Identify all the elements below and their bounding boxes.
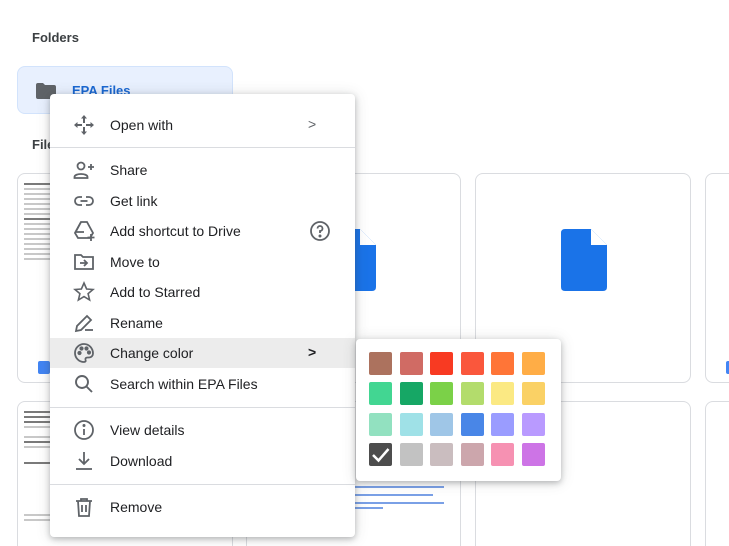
file-card-4[interactable]	[705, 173, 729, 383]
menu-item-open-with[interactable]: Open with >	[50, 110, 355, 140]
file-icon	[561, 229, 607, 291]
color-swatch[interactable]	[491, 382, 514, 406]
color-swatch[interactable]	[369, 412, 392, 436]
menu-item-label: Add shortcut to Drive	[110, 223, 241, 239]
menu-item-search-within[interactable]: Search within EPA Files	[50, 369, 355, 399]
color-swatch[interactable]	[521, 382, 545, 406]
checkmark-icon	[372, 448, 390, 463]
color-swatch[interactable]	[399, 442, 423, 466]
color-swatch[interactable]	[430, 412, 453, 436]
color-swatch[interactable]	[521, 442, 545, 466]
color-picker-panel	[356, 339, 561, 481]
color-swatch[interactable]	[430, 352, 453, 375]
menu-item-change-color[interactable]: Change color >	[50, 338, 355, 368]
file-card-8[interactable]	[705, 401, 729, 546]
color-swatch[interactable]	[430, 442, 453, 466]
folders-section-label: Folders	[32, 30, 79, 45]
color-swatch[interactable]	[491, 412, 514, 436]
menu-item-label: Change color	[110, 345, 194, 361]
menu-item-rename[interactable]: Rename	[50, 308, 355, 338]
menu-item-remove[interactable]: Remove	[50, 492, 355, 522]
menu-item-label: Share	[110, 162, 148, 178]
color-swatch[interactable]	[369, 442, 392, 466]
menu-item-label: Add to Starred	[110, 284, 201, 300]
link-icon	[72, 189, 96, 213]
help-icon[interactable]	[308, 219, 332, 243]
rename-pencil-icon	[72, 311, 96, 335]
context-menu: Open with > Share Get link Add shortcut …	[50, 94, 355, 537]
menu-divider	[50, 147, 355, 148]
menu-item-add-shortcut[interactable]: Add shortcut to Drive	[50, 216, 355, 246]
move-to-folder-icon	[72, 250, 96, 274]
palette-icon	[72, 341, 96, 365]
download-icon	[72, 449, 96, 473]
menu-item-view-details[interactable]: View details	[50, 415, 355, 445]
submenu-arrow-icon: >	[308, 344, 317, 360]
info-icon	[72, 418, 96, 442]
color-swatch[interactable]	[460, 382, 484, 406]
menu-item-download[interactable]: Download	[50, 446, 355, 476]
color-swatch[interactable]	[460, 352, 484, 375]
menu-item-label: Get link	[110, 193, 158, 209]
color-swatch[interactable]	[521, 352, 545, 375]
menu-item-label: Remove	[110, 499, 163, 515]
menu-item-move-to[interactable]: Move to	[50, 247, 355, 277]
color-swatch[interactable]	[399, 352, 423, 375]
color-swatch[interactable]	[399, 412, 423, 436]
menu-divider	[50, 484, 355, 485]
menu-item-label: Rename	[110, 315, 163, 331]
menu-item-get-link[interactable]: Get link	[50, 186, 355, 216]
menu-item-label: View details	[110, 422, 185, 438]
star-icon	[72, 280, 96, 304]
color-swatch[interactable]	[369, 382, 392, 406]
menu-item-label: Search within EPA Files	[110, 376, 258, 392]
trash-icon	[72, 495, 96, 519]
menu-divider	[50, 407, 355, 408]
open-with-icon	[72, 113, 96, 137]
color-swatch[interactable]	[399, 382, 423, 406]
color-swatch[interactable]	[369, 352, 392, 375]
menu-item-add-starred[interactable]: Add to Starred	[50, 277, 355, 307]
color-swatch[interactable]	[430, 382, 453, 406]
menu-item-share[interactable]: Share	[50, 155, 355, 185]
color-swatch[interactable]	[491, 352, 514, 375]
color-swatch[interactable]	[460, 442, 484, 466]
search-icon	[72, 372, 96, 396]
menu-item-label: Move to	[110, 254, 160, 270]
color-swatch[interactable]	[460, 412, 484, 436]
submenu-arrow-icon: >	[308, 116, 317, 132]
docs-file-icon	[38, 361, 50, 374]
menu-item-label: Download	[110, 453, 173, 469]
add-shortcut-drive-icon	[72, 219, 96, 243]
menu-item-label: Open with	[110, 117, 174, 133]
share-icon	[72, 158, 96, 182]
color-swatch[interactable]	[521, 412, 545, 436]
color-swatch[interactable]	[491, 442, 514, 466]
